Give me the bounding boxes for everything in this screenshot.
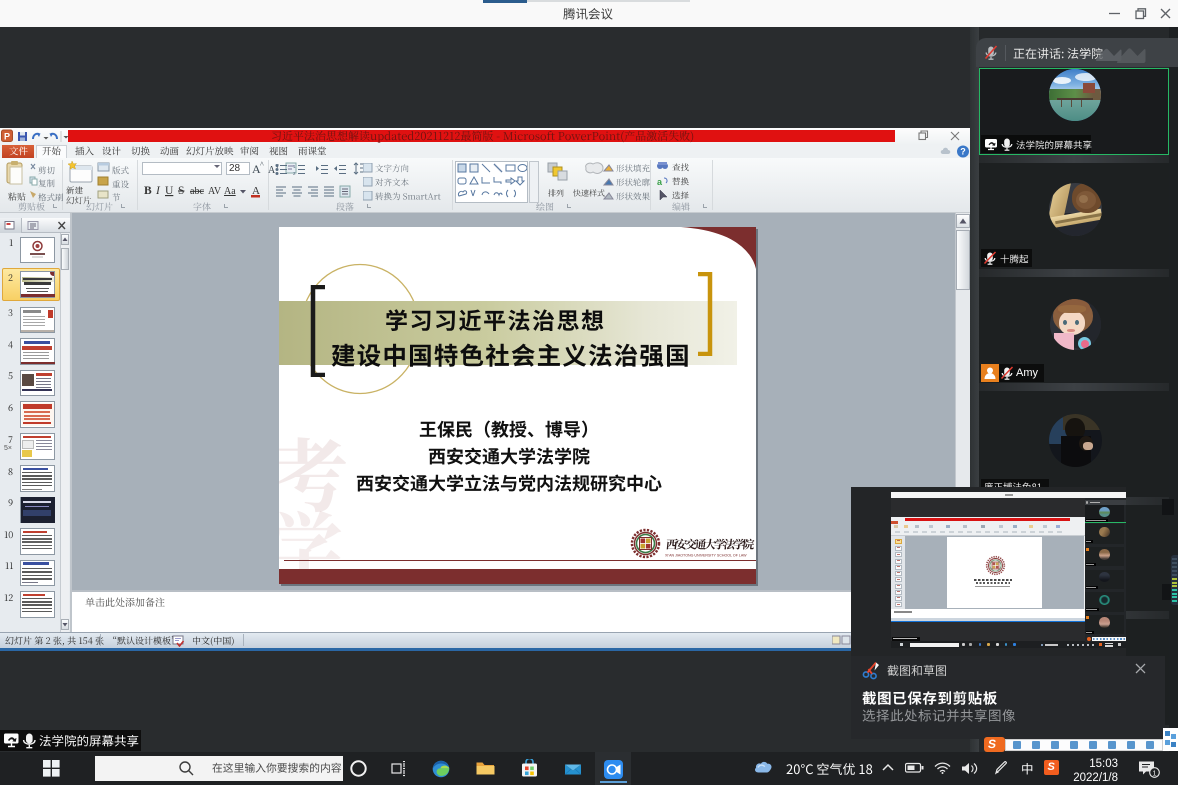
svg-text:^: ^ bbox=[260, 160, 264, 169]
svg-text:AV: AV bbox=[208, 186, 222, 197]
svg-text:a: a bbox=[657, 177, 663, 187]
svg-text:1: 1 bbox=[293, 164, 296, 169]
svg-text:1: 1 bbox=[1152, 768, 1156, 777]
svg-text:I: I bbox=[155, 185, 161, 197]
svg-text:XI'AN JIAOTONG UNIVERSITY SCHO: XI'AN JIAOTONG UNIVERSITY SCHOOL OF LAW bbox=[665, 553, 747, 557]
svg-text:2: 2 bbox=[293, 171, 296, 176]
svg-text:?: ? bbox=[960, 147, 966, 157]
svg-text:abc: abc bbox=[190, 186, 204, 197]
svg-text:B: B bbox=[144, 185, 152, 197]
svg-text:S: S bbox=[178, 185, 184, 197]
svg-text:U: U bbox=[165, 185, 174, 197]
svg-text:Aa: Aa bbox=[224, 186, 236, 197]
svg-text:P: P bbox=[4, 132, 10, 142]
